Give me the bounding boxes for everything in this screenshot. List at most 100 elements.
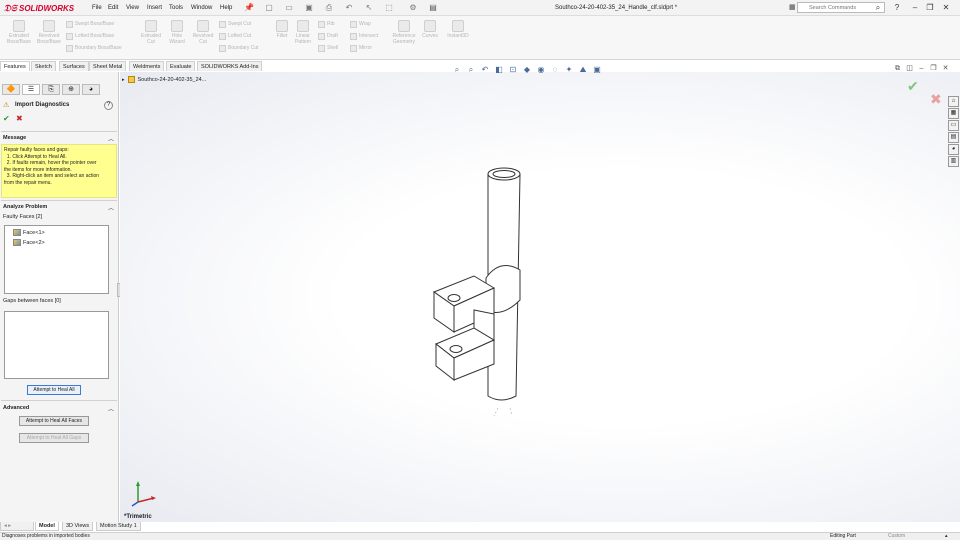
minimize-view-icon[interactable]: – [917,64,926,73]
collapse-chevron-icon[interactable]: ︿ [108,134,114,143]
split-view-icon[interactable]: ◫ [905,64,914,73]
boundary-cut-button[interactable]: Boundary Cut [219,44,259,52]
close-icon[interactable]: ✕ [940,2,952,13]
units-selector[interactable]: Custom [888,533,905,540]
select-icon[interactable]: ↖ [364,3,374,13]
new-doc-icon[interactable]: ▢ [264,3,274,13]
gaps-list[interactable] [4,311,109,379]
advanced-header[interactable]: Advanced [3,405,29,411]
menu-view[interactable]: View [126,3,139,13]
attempt-heal-all-button[interactable]: Attempt to Heal All [27,385,81,395]
tab-evaluate[interactable]: Evaluate [166,61,196,71]
wrap-button[interactable]: Wrap [350,20,378,28]
menu-edit[interactable]: Edit [108,3,118,13]
tab-features[interactable]: Features [0,61,30,71]
tab-sheet-metal[interactable]: Sheet Metal [89,61,127,71]
lofted-boss-button[interactable]: Lofted Boss/Base [66,32,122,40]
revolved-boss-button[interactable]: Revolved Boss/Base [34,20,64,45]
tab-motion-study[interactable]: Motion Study 1 [96,522,141,531]
menu-window[interactable]: Window [191,3,212,13]
reference-geometry-button[interactable]: Reference Geometry [390,20,418,45]
print-icon[interactable]: ⎙ [324,3,334,13]
restore-icon[interactable]: ❐ [924,2,936,13]
mirror-button[interactable]: Mirror [350,44,378,52]
configuration-manager-tab-icon[interactable]: ⎘ [42,84,60,95]
open-icon[interactable]: ▭ [284,3,294,13]
lofted-cut-button[interactable]: Lofted Cut [219,32,259,40]
tab-sketch[interactable]: Sketch [31,61,56,71]
swept-boss-button[interactable]: Swept Boss/Base [66,20,122,28]
extruded-cut-button[interactable]: Extruded Cut [137,20,165,45]
undo-icon[interactable]: ↶ [344,3,354,13]
menu-help[interactable]: Help [220,3,232,13]
design-library-icon[interactable]: ▦ [948,108,959,119]
file-explorer-icon[interactable]: ▭ [948,120,959,131]
curves-button[interactable]: Curves [420,20,440,39]
rib-button[interactable]: Rib [318,20,338,28]
search-magnifier-icon[interactable]: ⌕ [872,2,884,13]
handle-3d-model[interactable] [420,160,540,420]
rebuild-icon[interactable]: ⬚ [384,3,394,13]
heal-all-faces-button[interactable]: Attempt to Heal All Faces [19,416,89,426]
dynamic-annotation-icon[interactable]: ⊡ [508,65,518,75]
tab-scroll-arrows-icon[interactable]: ◂ ▸ [0,522,34,531]
close-view-icon[interactable]: ✕ [941,64,950,73]
intersect-button[interactable]: Intersect [350,32,378,40]
feature-manager-tab-icon[interactable]: 🔶 [2,84,20,95]
previous-view-icon[interactable]: ↶ [480,65,490,75]
collapse-chevron-icon[interactable]: ︿ [108,203,114,212]
ok-check-icon[interactable]: ✔ [3,114,10,123]
graphics-area[interactable] [120,72,960,522]
confirm-check-icon[interactable]: ✔ [907,78,919,95]
menu-insert[interactable]: Insert [147,3,162,13]
expand-arrow-icon[interactable]: ▸ [122,77,125,83]
display-style-icon[interactable]: ◉ [536,65,546,75]
options-gear-icon[interactable]: ⚙ [408,3,418,13]
display-manager-tab-icon[interactable]: ◕ [82,84,100,95]
view-palette-icon[interactable]: ▤ [948,132,959,143]
menu-tools[interactable]: Tools [169,3,183,13]
solidworks-logo[interactable]: 𝔇𝔖 SOLIDWORKS [4,2,90,14]
analyze-problem-header[interactable]: Analyze Problem [3,204,47,210]
appearances-icon[interactable]: ◕ [948,144,959,155]
home-icon[interactable]: ⌂ [948,96,959,107]
help-icon[interactable]: ? [891,2,903,13]
revolved-cut-button[interactable]: Revolved Cut [189,20,217,45]
list-item-face-2[interactable]: Face<2> [13,239,45,246]
units-dropdown-icon[interactable]: ▴ [945,533,948,540]
tile-view-icon[interactable]: ⧉ [893,64,902,73]
swept-cut-button[interactable]: Swept Cut [219,20,259,28]
menu-file[interactable]: File [92,3,102,13]
instant3d-button[interactable]: Instant3D [444,20,472,39]
faulty-faces-list[interactable]: Face<1> Face<2> [4,225,109,294]
collapse-chevron-icon[interactable]: ︿ [108,404,114,413]
message-section-header[interactable]: Message [3,135,26,141]
tab-surfaces[interactable]: Surfaces [59,61,89,71]
property-manager-tab-icon[interactable]: ☰ [22,84,40,95]
draft-button[interactable]: Draft [318,32,338,40]
zoom-to-fit-icon[interactable]: ⌕ [452,65,462,75]
extruded-boss-button[interactable]: Extruded Boss/Base [4,20,34,45]
edit-appearance-icon[interactable]: ✦ [564,65,574,75]
list-item-face-1[interactable]: Face<1> [13,229,45,236]
save-icon[interactable]: ▣ [304,3,314,13]
shell-button[interactable]: Shell [318,44,338,52]
tab-solidworks-addins[interactable]: SOLIDWORKS Add-Ins [197,61,263,71]
minimize-icon[interactable]: – [909,2,921,13]
apply-scene-icon[interactable]: ⛰ [578,65,588,75]
feature-tree-flyout[interactable]: ▸ Southco-24-20-402-35_24... [122,76,206,83]
dimxpert-tab-icon[interactable]: ⊕ [62,84,80,95]
hole-wizard-button[interactable]: Hole Wizard [164,20,190,45]
help-circle-icon[interactable]: ? [104,101,113,110]
custom-properties-icon[interactable]: ▥ [948,156,959,167]
pin-icon[interactable]: 📌 [244,3,254,13]
customize-icon[interactable]: ▤ [428,3,438,13]
view-settings-icon[interactable]: ▣ [592,65,602,75]
tab-weldments[interactable]: Weldments [129,61,165,71]
fillet-button[interactable]: Fillet [272,20,292,39]
view-orientation-icon[interactable]: ◆ [522,65,532,75]
section-view-icon[interactable]: ◧ [494,65,504,75]
restore-view-icon[interactable]: ❐ [929,64,938,73]
zoom-to-area-icon[interactable]: ⌕ [466,65,476,75]
linear-pattern-button[interactable]: Linear Pattern [292,20,314,45]
